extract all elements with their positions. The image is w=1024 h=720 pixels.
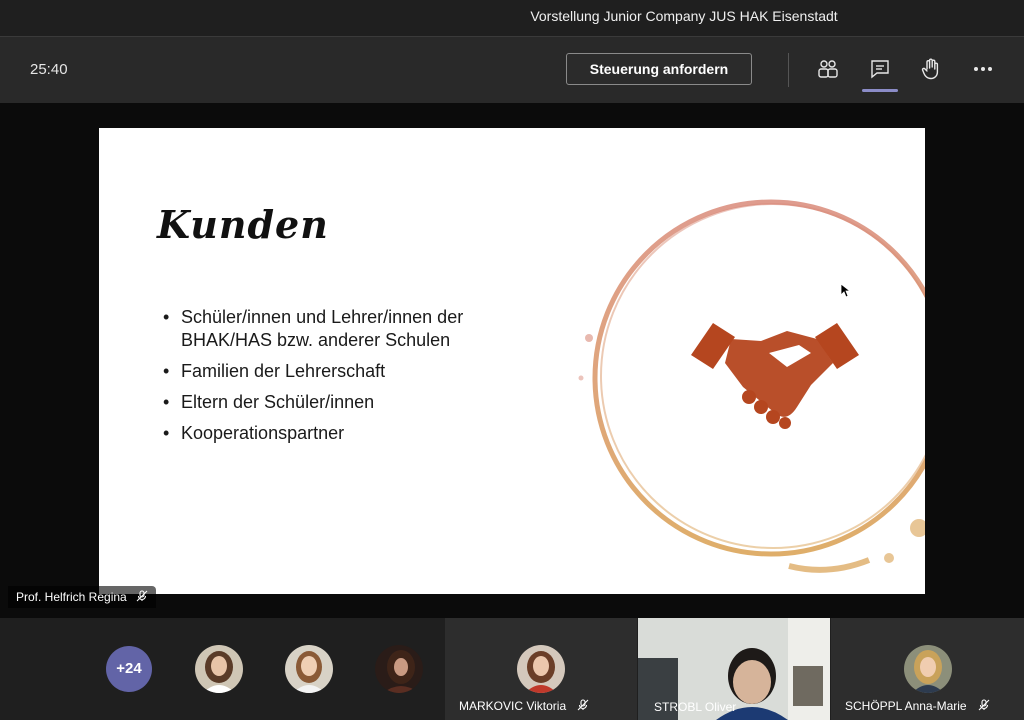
- participant-name-label: MARKOVIC Viktoria: [459, 699, 589, 714]
- meeting-toolbar: 25:40 Steuerung anfordern: [0, 36, 1024, 103]
- toolbar-divider: [788, 53, 789, 87]
- presentation-slide: Kunden Schüler/innen und Lehrer/innen de…: [99, 128, 925, 594]
- handshake-icon: [691, 323, 859, 429]
- mic-muted-icon: [978, 699, 990, 714]
- chat-active-indicator: [862, 89, 898, 92]
- more-options-icon[interactable]: [971, 57, 995, 81]
- mic-muted-icon: [577, 699, 589, 714]
- more-participants-button[interactable]: +24: [106, 646, 152, 692]
- slide-bullet: Familien der Lehrerschaft: [163, 360, 523, 383]
- participant-avatar: [517, 645, 565, 693]
- participants-icon[interactable]: [816, 57, 840, 81]
- watercolor-ring-graphic: [578, 199, 925, 573]
- slide-bullet-list: Schüler/innen und Lehrer/innen der BHAK/…: [163, 306, 523, 453]
- slide-bullet: Eltern der Schüler/innen: [163, 391, 523, 414]
- participant-tile[interactable]: SCHÖPPL Anna-Marie: [831, 618, 1024, 720]
- participant-name: MARKOVIC Viktoria: [459, 698, 567, 713]
- participant-avatar[interactable]: [375, 645, 423, 693]
- presenter-name: Prof. Helfrich Regina: [16, 590, 127, 604]
- raise-hand-icon[interactable]: [919, 57, 943, 81]
- meeting-timer: 25:40: [30, 61, 68, 78]
- slide-title: Kunden: [157, 202, 329, 247]
- participant-tile[interactable]: MARKOVIC Viktoria: [445, 618, 637, 720]
- participant-avatar: [904, 645, 952, 693]
- meeting-title: Vorstellung Junior Company JUS HAK Eisen…: [530, 8, 838, 24]
- participant-name-label: SCHÖPPL Anna-Marie: [845, 699, 990, 714]
- participant-strip: +24 MARKOVIC Viktoria STROBL Oliver SCHÖ…: [0, 618, 1024, 720]
- participant-avatar[interactable]: [195, 645, 243, 693]
- participant-avatar[interactable]: [285, 645, 333, 693]
- participant-name-label: STROBL Oliver: [654, 700, 736, 714]
- chat-icon[interactable]: [868, 57, 892, 81]
- slide-bullet: Schüler/innen und Lehrer/innen der BHAK/…: [163, 306, 523, 352]
- request-control-button[interactable]: Steuerung anfordern: [566, 53, 752, 85]
- shared-screen-stage: Kunden Schüler/innen und Lehrer/innen de…: [0, 103, 1024, 618]
- mic-muted-icon: [136, 587, 148, 609]
- title-bar: Vorstellung Junior Company JUS HAK Eisen…: [0, 0, 1024, 36]
- participant-name: SCHÖPPL Anna-Marie: [845, 698, 967, 713]
- participant-video-tile[interactable]: STROBL Oliver: [638, 618, 830, 720]
- presenter-name-tag: Prof. Helfrich Regina: [8, 586, 157, 609]
- slide-bullet: Kooperationspartner: [163, 422, 523, 445]
- participant-name: STROBL Oliver: [654, 700, 737, 714]
- mouse-cursor-icon: [841, 284, 851, 298]
